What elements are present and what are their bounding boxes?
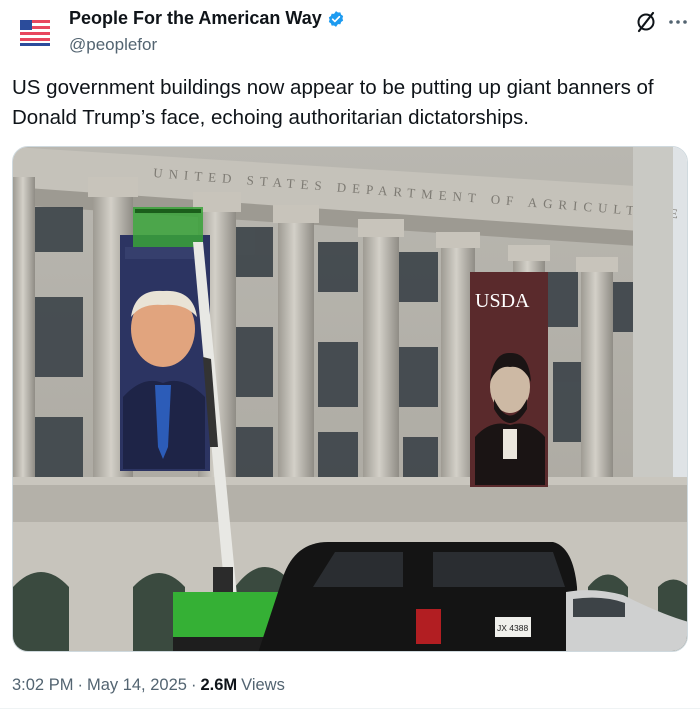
usda-banner-text: USDA — [475, 290, 530, 312]
avatar[interactable] — [12, 10, 58, 56]
tweet-header: People For the American Way @peoplefor — [0, 0, 700, 64]
license-plate-text: JX 4388 — [497, 623, 528, 633]
tweet-text: US government buildings now appear to be… — [12, 76, 654, 129]
meta-separator: · — [190, 676, 197, 694]
post-time[interactable]: 3:02 PM — [12, 676, 73, 695]
grok-icon[interactable] — [634, 10, 658, 34]
post-date[interactable]: May 14, 2025 — [87, 676, 187, 695]
views-count: 2.6M — [200, 676, 238, 694]
right-banner: USDA — [470, 272, 548, 487]
author-name[interactable]: People For the American Way — [69, 8, 322, 29]
tweet-meta: 3:02 PM · May 14, 2025 · 2.6M Views — [12, 676, 285, 695]
meta-separator: · — [77, 676, 83, 694]
divider — [0, 708, 700, 709]
verified-badge-icon — [328, 10, 343, 27]
more-icon[interactable] — [666, 10, 690, 34]
black-suv: JX 4388 — [258, 542, 579, 651]
views-label: Views — [241, 676, 285, 694]
avatar-flag-logo — [20, 20, 50, 46]
author-handle[interactable]: @peoplefor — [69, 35, 157, 55]
author-name-line: People For the American Way — [69, 8, 345, 29]
tweet-photo[interactable]: UNITED STATES DEPARTMENT OF AGRICULTURE — [12, 146, 688, 652]
building-photo-illustration: UNITED STATES DEPARTMENT OF AGRICULTURE — [13, 147, 687, 651]
